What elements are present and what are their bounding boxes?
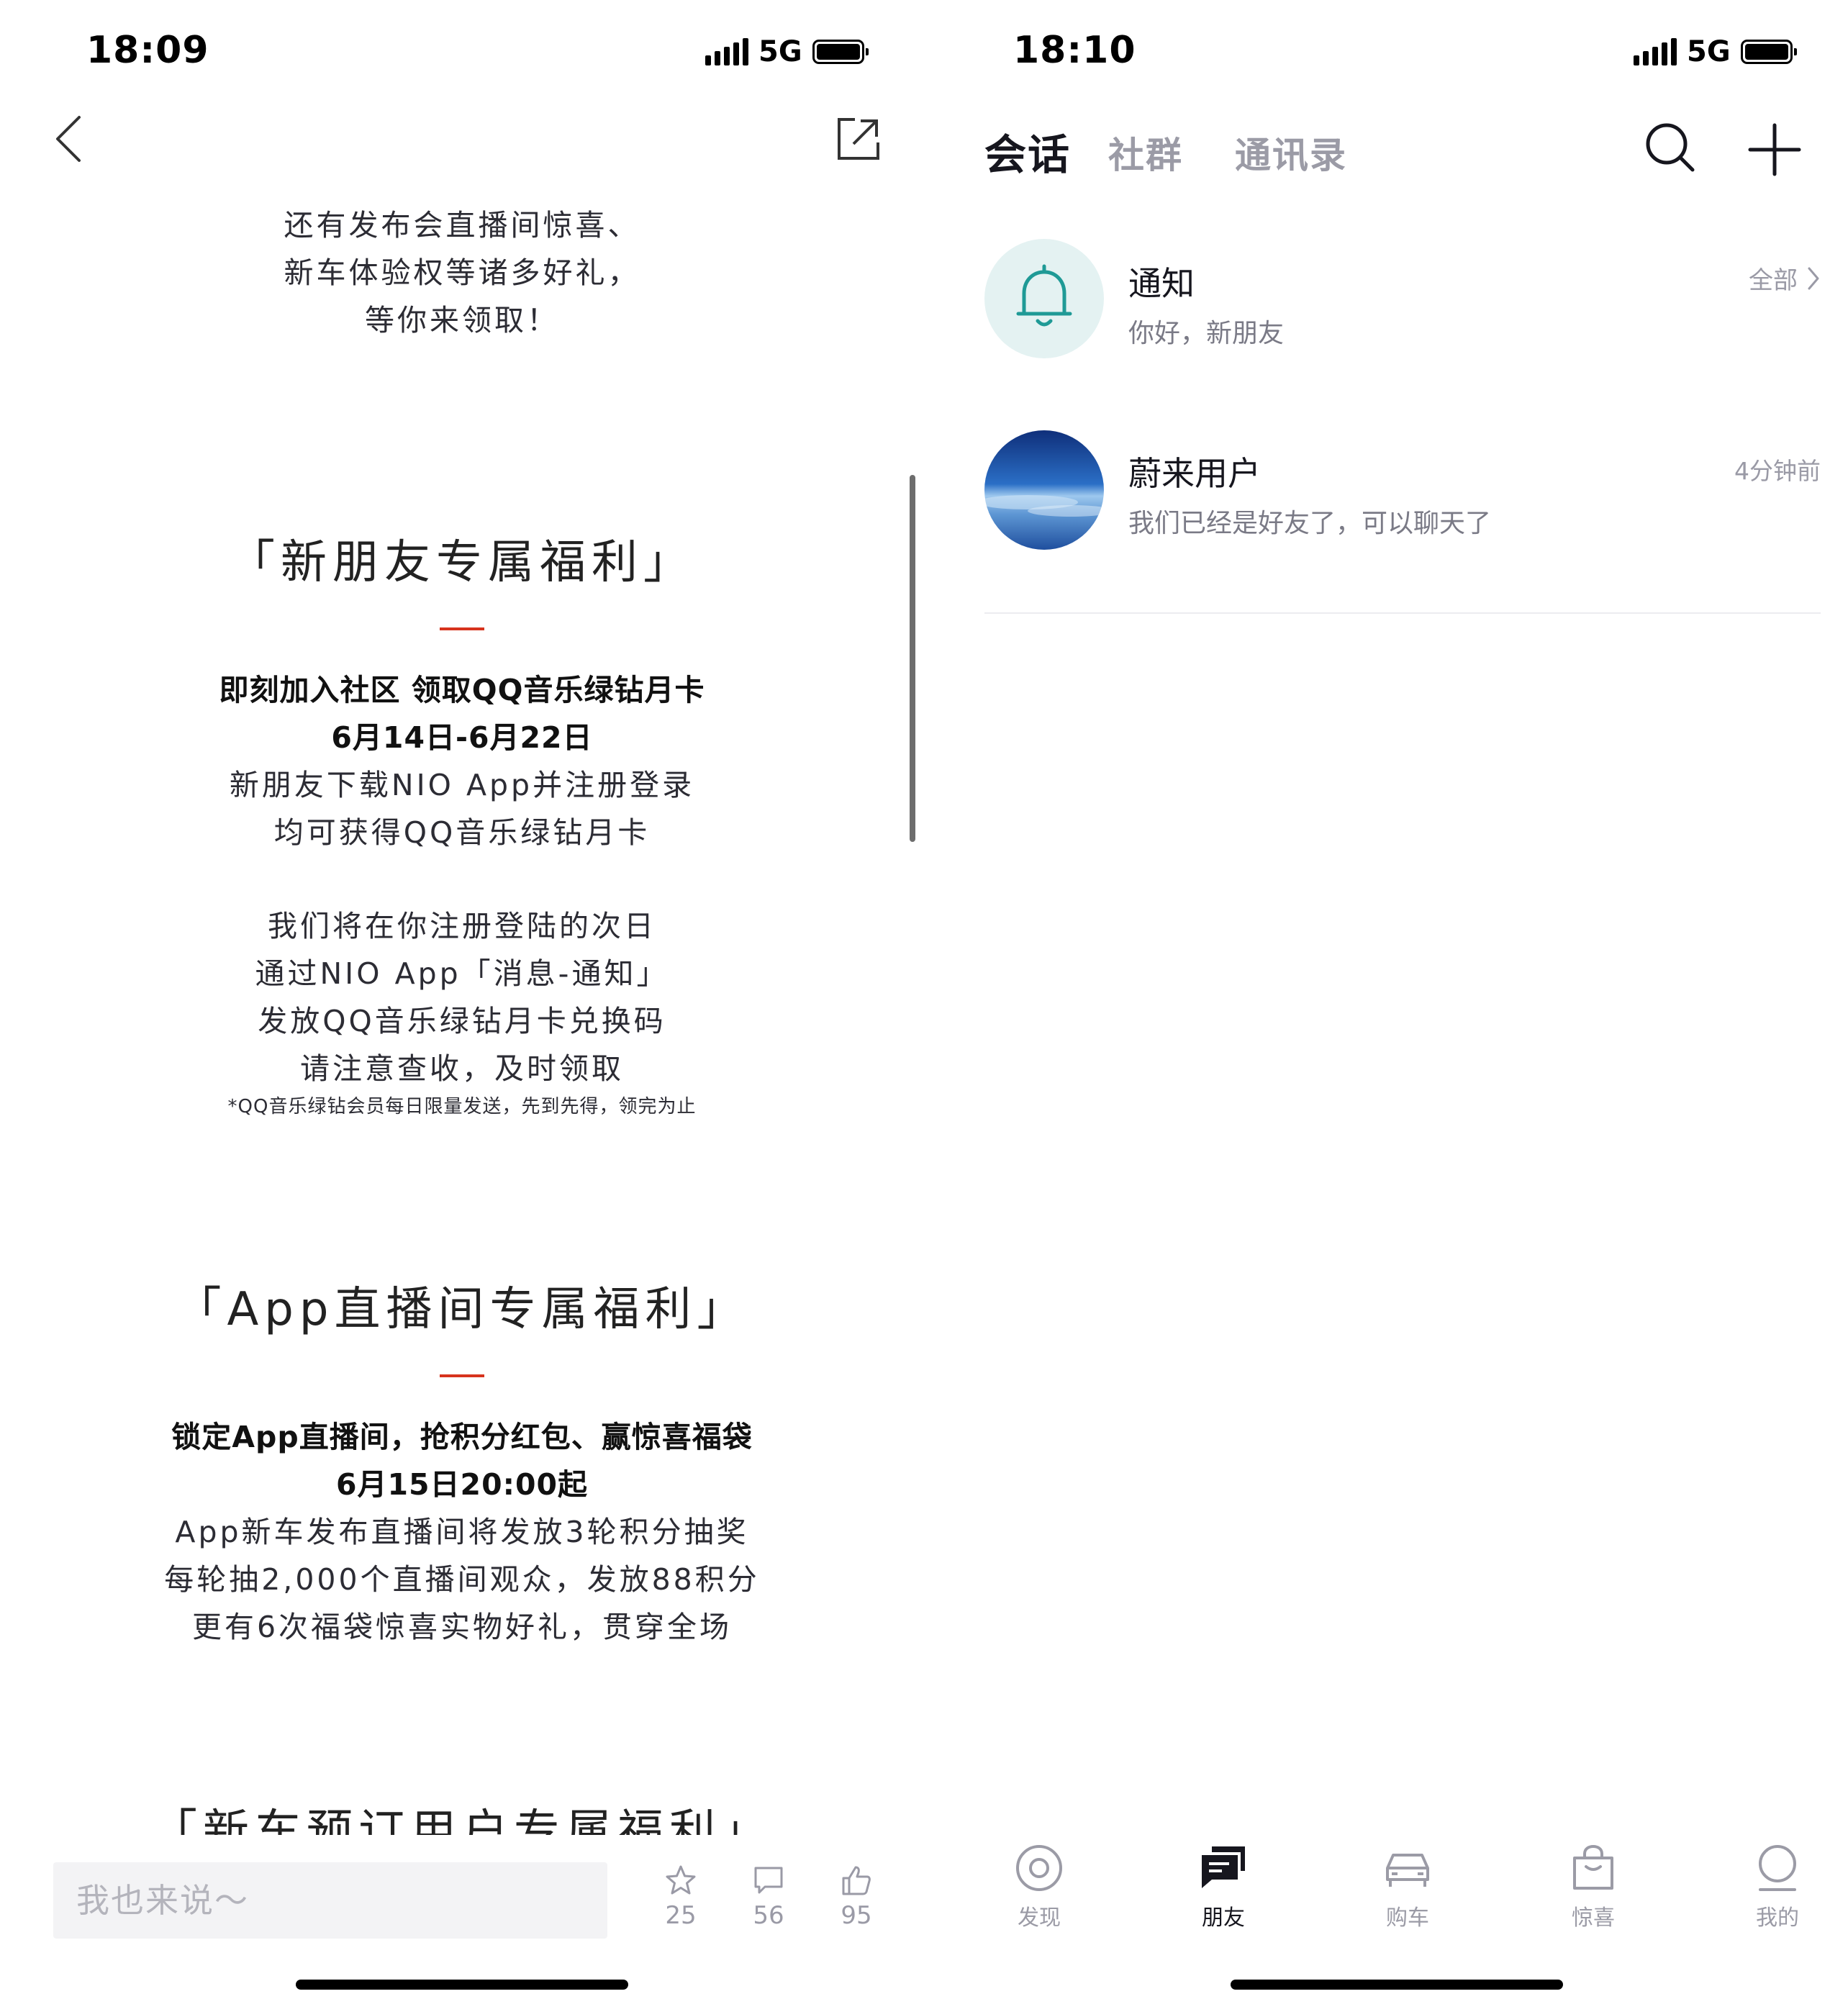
footnote: *QQ音乐绿钻会员每日限量发送，先到先得，领完为止 [227, 1096, 697, 1118]
chevron-right-icon [1808, 267, 1819, 289]
body-line: 均可获得QQ音乐绿钻月卡 [273, 815, 651, 850]
favorite-button[interactable]: 25 [645, 1864, 717, 1930]
signal-icon [1634, 38, 1677, 65]
intro-line: 还有发布会直播间惊喜、 [284, 208, 640, 242]
intro-line: 新车体验权等诸多好礼， [284, 255, 640, 290]
body-line: 我们将在你注册登陆的次日 [268, 909, 656, 943]
status-indicators: 5G [1634, 35, 1797, 68]
nav-label: 发现 [1018, 1905, 1061, 1931]
comment-button[interactable]: 56 [733, 1864, 805, 1930]
nav-buy-car[interactable]: 购车 [1343, 1842, 1472, 1931]
thumbs-up-icon [842, 1866, 871, 1895]
like-button[interactable]: 95 [820, 1864, 892, 1930]
status-time: 18:10 [1013, 29, 1136, 72]
bold-line: 即刻加入社区 领取QQ音乐绿钻月卡 [219, 673, 705, 707]
nav-label: 惊喜 [1572, 1905, 1615, 1931]
conversation-preview: 你好，新朋友 [1128, 319, 1285, 348]
chat-bubbles-icon [1202, 1846, 1245, 1888]
search-icon[interactable] [1644, 121, 1698, 176]
nav-label: 购车 [1386, 1905, 1429, 1931]
conversation-name: 通知 [1128, 264, 1195, 303]
battery-icon [1740, 40, 1797, 64]
body-line: 每轮抽2,000个直播间观众，发放88积分 [164, 1562, 760, 1597]
scrollbar[interactable] [910, 475, 915, 842]
conversation-preview: 我们已经是好友了，可以聊天了 [1128, 509, 1492, 538]
chevron-left-icon[interactable] [50, 114, 86, 164]
messages-screen: 18:10 5G 会话 社群 通讯录 通知 你好，新朋友 全部 蔚来用户 我们已… [924, 0, 1848, 1999]
network-label: 5G [1687, 35, 1731, 68]
nav-friends[interactable]: 朋友 [1159, 1842, 1288, 1931]
body-line: 发放QQ音乐绿钻月卡兑换码 [258, 1004, 666, 1038]
nav-surprise[interactable]: 惊喜 [1528, 1842, 1658, 1931]
nav-label: 朋友 [1202, 1905, 1245, 1931]
like-count: 95 [841, 1901, 872, 1930]
intro-line: 等你来领取！ [365, 303, 559, 337]
body-line: 新朋友下载NIO App并注册登录 [229, 768, 695, 802]
bell-icon [1016, 264, 1072, 327]
nav-profile[interactable]: 我的 [1713, 1842, 1842, 1931]
comment-icon [754, 1867, 783, 1894]
conversation-time: 4分钟前 [1734, 457, 1821, 485]
comment-input[interactable]: 我也来说～ [53, 1862, 607, 1939]
body-line: 通过NIO App「消息-通知」 [255, 956, 669, 991]
view-all-link[interactable]: 全部 [1749, 260, 1821, 296]
bold-line: 6月14日-6月22日 [331, 720, 593, 755]
article-body: 还有发布会直播间惊喜、 新车体验权等诸多好礼， 等你来领取！ 「新朋友专属福利」… [0, 194, 924, 1835]
status-time: 18:09 [86, 29, 209, 72]
signal-icon [705, 38, 748, 65]
article-screen: 18:09 5G 还有发布会直播间惊喜、 新车体验权等诸多好礼， 等你来领取！ … [0, 0, 924, 1999]
plus-icon[interactable] [1747, 122, 1802, 177]
list-divider [984, 612, 1821, 614]
body-line: 更有6次福袋惊喜实物好礼，贯穿全场 [191, 1610, 733, 1644]
section-title-live-room: 「App直播间专属福利」 [175, 1283, 749, 1336]
avatar [984, 430, 1104, 550]
avatar [984, 239, 1104, 358]
body-line: App新车发布直播间将发放3轮积分抽奖 [175, 1515, 749, 1549]
bold-line: 6月15日20:00起 [335, 1467, 589, 1502]
section-title-new-friends: 「新朋友专属福利」 [229, 536, 695, 589]
star-icon [666, 1865, 696, 1895]
profile-icon [1759, 1845, 1796, 1891]
comment-count: 56 [753, 1901, 784, 1930]
nav-label: 我的 [1756, 1905, 1799, 1931]
network-label: 5G [758, 35, 802, 68]
sky-avatar-image [984, 430, 1104, 550]
title-underline [440, 627, 484, 630]
tab-conversations[interactable]: 会话 [984, 121, 1071, 181]
battery-icon [812, 40, 869, 64]
section-title-reservation: 「新车预订用户专属福利」 [151, 1805, 773, 1835]
view-all-label: 全部 [1749, 266, 1798, 295]
target-icon [1016, 1845, 1062, 1891]
home-indicator[interactable] [1231, 1980, 1563, 1990]
tab-contacts[interactable]: 通讯录 [1235, 127, 1347, 178]
conversation-name: 蔚来用户 [1128, 454, 1261, 493]
shopping-bag-icon [1573, 1844, 1613, 1890]
bold-line: 锁定App直播间，抢积分红包、赢惊喜福袋 [171, 1420, 753, 1454]
status-indicators: 5G [705, 35, 869, 68]
favorite-count: 25 [665, 1901, 697, 1930]
title-underline [440, 1374, 484, 1377]
body-line: 请注意查收，及时领取 [300, 1051, 624, 1086]
car-icon [1386, 1854, 1429, 1887]
share-external-icon[interactable] [835, 115, 882, 163]
nav-discover[interactable]: 发现 [974, 1842, 1104, 1931]
home-indicator[interactable] [296, 1980, 628, 1990]
tab-communities[interactable]: 社群 [1108, 127, 1183, 178]
